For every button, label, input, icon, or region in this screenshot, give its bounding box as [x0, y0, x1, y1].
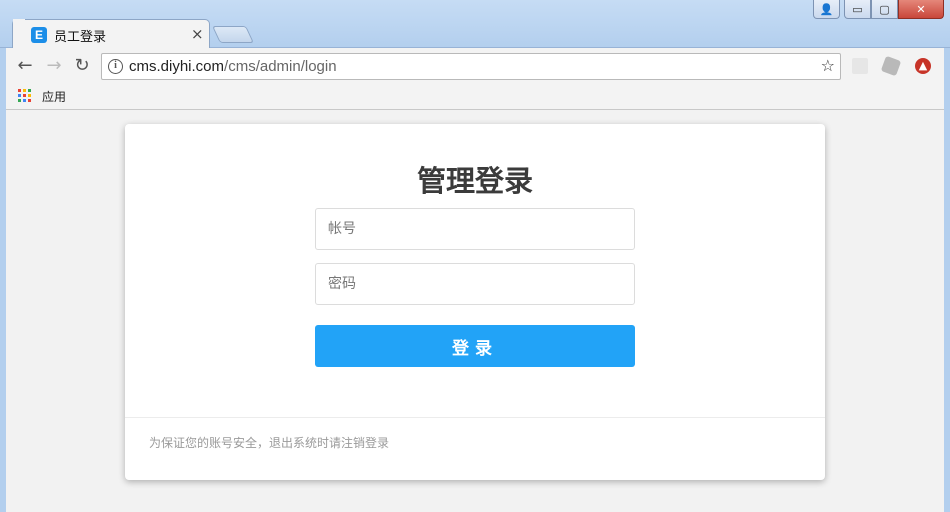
new-tab-button[interactable] [212, 26, 254, 43]
window-controls: 👤 ▭ ▢ ✕ [813, 0, 944, 21]
apps-grid-icon[interactable] [18, 89, 31, 102]
user-profile-icon[interactable]: 👤 [813, 0, 840, 19]
card-divider [125, 417, 825, 418]
maximize-button[interactable]: ▢ [871, 0, 898, 19]
browser-toolbar: ← → ↻ i cms.diyhi.com/cms/admin/login ☆ … [0, 48, 950, 84]
url-host: cms.diyhi.com [129, 58, 225, 75]
tab-close-icon[interactable]: × [191, 25, 204, 43]
extension-3-icon[interactable]: ▲ [915, 58, 931, 74]
url-text[interactable]: cms.diyhi.com/cms/admin/login [129, 58, 337, 75]
extension-2-icon[interactable] [880, 55, 902, 77]
login-button[interactable]: 登录 [315, 325, 635, 367]
close-window-button[interactable]: ✕ [898, 0, 944, 19]
password-input[interactable] [315, 263, 635, 305]
back-icon[interactable]: ← [13, 54, 37, 78]
extension-1-icon[interactable] [852, 58, 868, 74]
app-favicon-icon: E [31, 27, 47, 43]
address-bar[interactable]: i cms.diyhi.com/cms/admin/login ☆ [101, 53, 841, 80]
login-card: 管理登录 登录 为保证您的账号安全，退出系统时请注销登录 [125, 124, 825, 480]
tab-title: 员工登录 [54, 29, 107, 44]
star-icon[interactable]: ☆ [821, 56, 835, 75]
window-frame-right [944, 48, 950, 512]
minimize-button[interactable]: ▭ [844, 0, 871, 19]
security-note: 为保证您的账号安全，退出系统时请注销登录 [149, 436, 390, 450]
tab-staff-login[interactable]: E 员工登录 × [12, 19, 210, 49]
reload-icon[interactable]: ↻ [70, 54, 94, 78]
page-title: 管理登录 [416, 164, 533, 198]
page-viewport: 管理登录 登录 为保证您的账号安全，退出系统时请注销登录 [6, 110, 944, 512]
apps-bookmark-label[interactable]: 应用 [42, 88, 66, 105]
forward-icon[interactable]: → [42, 54, 66, 78]
bookmarks-bar: 应用 [0, 84, 950, 110]
url-path: /cms/admin/login [224, 58, 337, 75]
account-input[interactable] [315, 208, 635, 250]
info-icon[interactable]: i [108, 59, 123, 74]
browser-title-bar: E 员工登录 × 👤 ▭ ▢ ✕ [0, 0, 950, 49]
